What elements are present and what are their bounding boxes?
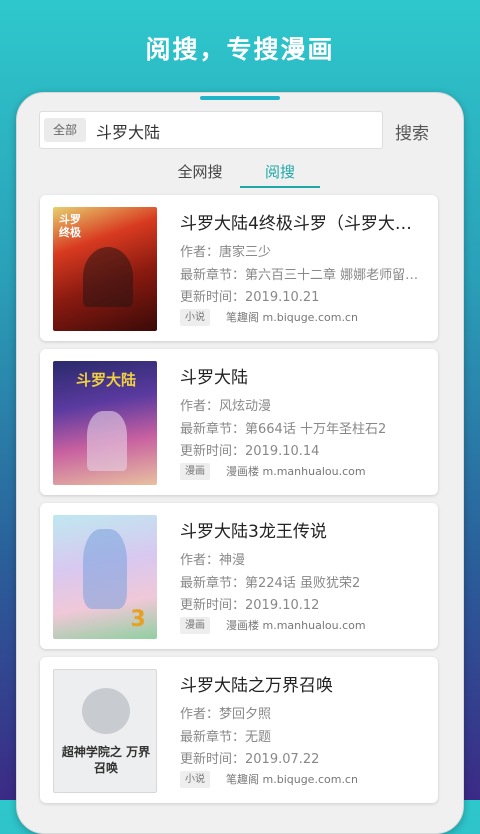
cover-image: 斗罗大陆 — [53, 361, 157, 485]
result-updated: 更新时间：2019.10.21 — [180, 290, 320, 305]
cover-figure — [83, 247, 133, 307]
result-updated: 更新时间：2019.07.22 — [180, 752, 320, 767]
result-updated: 更新时间：2019.10.14 — [180, 444, 320, 459]
tab-yuesou[interactable]: 阅搜 — [240, 161, 320, 182]
phone-frame: 全部 搜索 全网搜 阅搜 斗罗 终极 斗罗大陆4终极斗罗（斗罗大… 作者：唐家三… — [16, 92, 464, 834]
cover-figure — [83, 529, 127, 609]
result-latest-chapter: 最新章节：第六百三十二章 娜娜老师留… — [180, 268, 419, 283]
result-type-badge: 小说 — [180, 309, 210, 326]
result-latest-chapter: 最新章节：第664话 十万年圣柱石2 — [180, 422, 387, 437]
cover-title-text: 超神学院之 万界召唤 — [61, 745, 151, 775]
result-author: 作者：唐家三少 — [180, 245, 272, 260]
phone-speaker — [200, 96, 280, 100]
result-source: 漫画楼 m.manhualou.com — [226, 619, 366, 632]
result-author: 作者：风炫动漫 — [180, 399, 272, 414]
hero-title: 阅搜，专搜漫画 — [145, 35, 335, 64]
cover-title-text: 斗罗大陆 — [75, 371, 136, 389]
cover-image: 3 — [53, 515, 157, 639]
result-title: 斗罗大陆3龙王传说 — [180, 522, 327, 542]
result-title: 斗罗大陆 — [180, 368, 248, 388]
result-latest-chapter: 最新章节：第224话 虽败犹荣2 — [180, 576, 361, 591]
result-source: 笔趣阁 m.biquge.com.cn — [226, 311, 358, 324]
result-source: 漫画楼 m.manhualou.com — [226, 465, 366, 478]
active-tab-indicator — [240, 186, 320, 188]
result-title: 斗罗大陆之万界召唤 — [180, 676, 333, 696]
cover-title-text: 斗罗 终极 — [59, 213, 81, 239]
search-button[interactable]: 搜索 — [395, 119, 429, 144]
result-card[interactable]: 超神学院之 万界召唤 斗罗大陆之万界召唤 作者：梦回夕照 最新章节：无题 更新时… — [40, 657, 438, 803]
result-type-badge: 漫画 — [180, 463, 210, 480]
cover-emblem — [82, 688, 130, 734]
result-author: 作者：神漫 — [180, 553, 246, 568]
result-card[interactable]: 3 斗罗大陆3龙王传说 作者：神漫 最新章节：第224话 虽败犹荣2 更新时间：… — [40, 503, 438, 649]
search-scope-button[interactable]: 全部 — [44, 118, 86, 142]
cover-image: 超神学院之 万界召唤 — [53, 669, 157, 793]
result-updated: 更新时间：2019.10.12 — [180, 598, 320, 613]
search-input[interactable] — [94, 118, 368, 144]
search-bar: 全部 — [39, 111, 383, 149]
result-author: 作者：梦回夕照 — [180, 707, 272, 722]
result-card[interactable]: 斗罗 终极 斗罗大陆4终极斗罗（斗罗大… 作者：唐家三少 最新章节：第六百三十二… — [40, 195, 438, 341]
result-type-badge: 小说 — [180, 771, 210, 788]
cover-figure — [87, 411, 127, 471]
result-source: 笔趣阁 m.biquge.com.cn — [226, 773, 358, 786]
result-title: 斗罗大陆4终极斗罗（斗罗大… — [180, 214, 412, 234]
tab-web-search[interactable]: 全网搜 — [160, 161, 240, 182]
cover-title-text: 3 — [130, 607, 146, 632]
tab-bar: 全网搜 阅搜 — [17, 161, 463, 189]
result-latest-chapter: 最新章节：无题 — [180, 730, 272, 745]
result-type-badge: 漫画 — [180, 617, 210, 634]
cover-image: 斗罗 终极 — [53, 207, 157, 331]
result-card[interactable]: 斗罗大陆 斗罗大陆 作者：风炫动漫 最新章节：第664话 十万年圣柱石2 更新时… — [40, 349, 438, 495]
